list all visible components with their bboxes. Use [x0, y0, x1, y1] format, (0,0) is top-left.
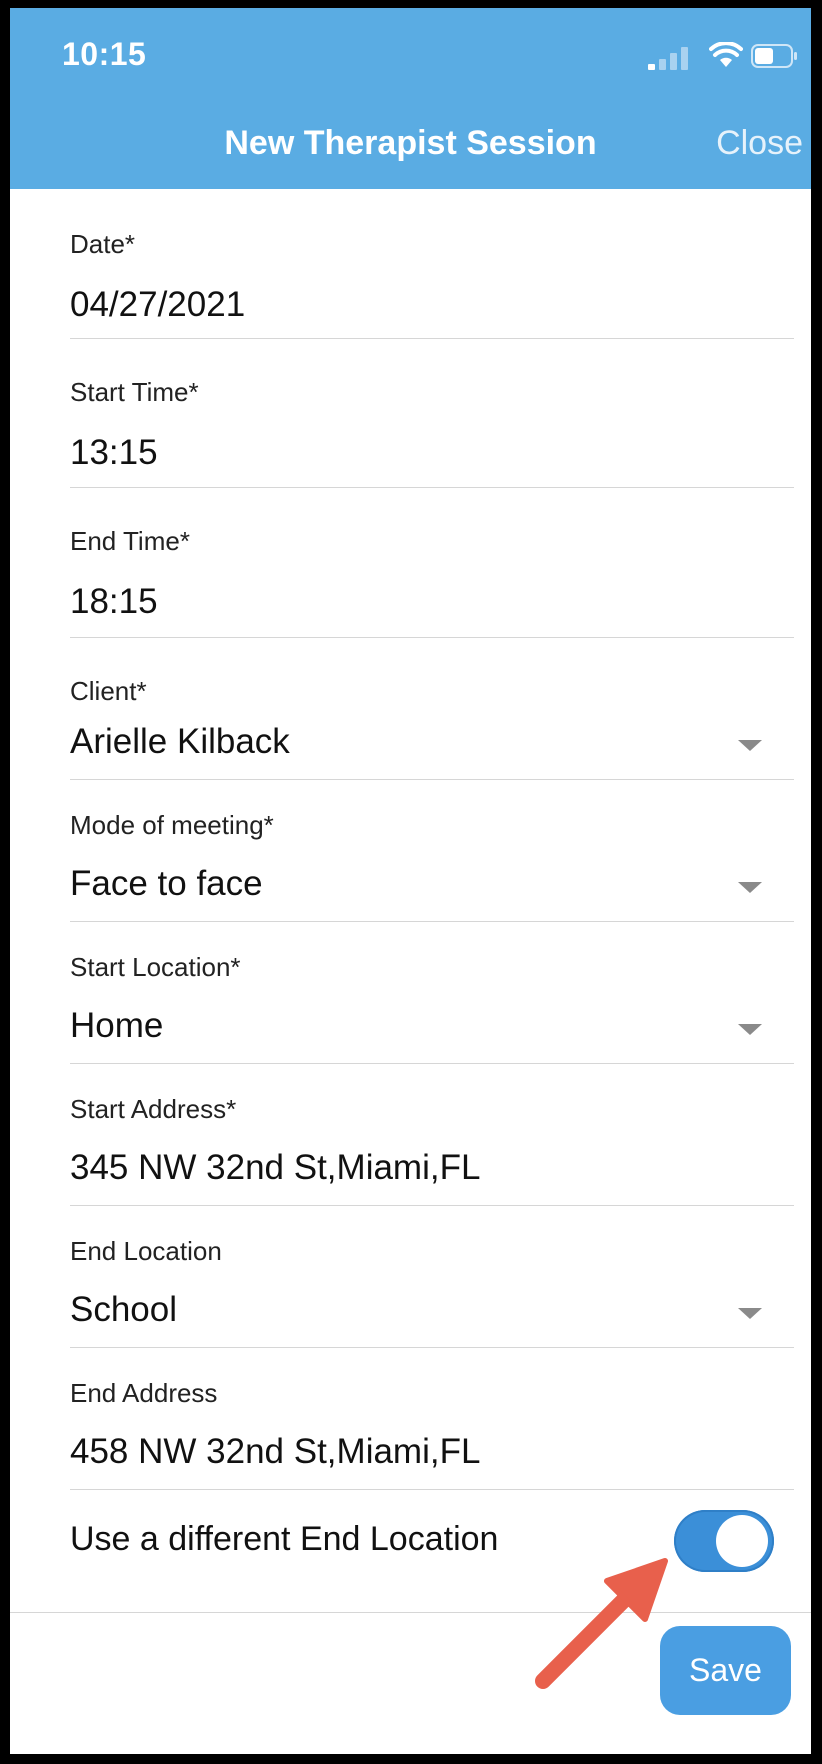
end-address-field[interactable]: End Address 458 NW 32nd St,Miami,FL [70, 1348, 794, 1490]
close-button[interactable]: Close [716, 124, 803, 163]
different-end-location-row: Use a different End Location [70, 1490, 794, 1614]
start-time-field[interactable]: Start Time* 13:15 [70, 339, 794, 488]
end-time-field[interactable]: End Time* 18:15 [70, 488, 794, 638]
app-header: 10:15 New Therapist Session Close [10, 8, 811, 189]
start-time-value[interactable]: 13:15 [70, 433, 158, 473]
end-location-dropdown[interactable]: End Location School [70, 1206, 794, 1348]
start-location-label: Start Location* [70, 952, 241, 982]
client-label: Client* [70, 676, 147, 706]
cellular-signal-icon [648, 47, 688, 70]
start-time-label: Start Time* [70, 377, 199, 407]
end-time-label: End Time* [70, 526, 190, 556]
arrow-annotation-icon [535, 1558, 668, 1689]
wifi-icon [709, 42, 743, 67]
chevron-down-icon[interactable] [738, 1308, 762, 1319]
end-location-value[interactable]: School [70, 1290, 177, 1330]
chevron-down-icon[interactable] [738, 740, 762, 751]
end-address-value[interactable]: 458 NW 32nd St,Miami,FL [70, 1432, 480, 1472]
different-end-location-toggle[interactable] [674, 1510, 774, 1572]
start-location-dropdown[interactable]: Start Location* Home [70, 922, 794, 1064]
client-value[interactable]: Arielle Kilback [70, 722, 290, 762]
footer-divider [10, 1612, 811, 1613]
start-address-field[interactable]: Start Address* 345 NW 32nd St,Miami,FL [70, 1064, 794, 1206]
start-location-value[interactable]: Home [70, 1006, 163, 1046]
date-value[interactable]: 04/27/2021 [70, 285, 245, 325]
start-address-value[interactable]: 345 NW 32nd St,Miami,FL [70, 1148, 480, 1188]
toggle-knob [716, 1515, 768, 1567]
end-time-value[interactable]: 18:15 [70, 582, 158, 622]
chevron-down-icon[interactable] [738, 882, 762, 893]
chevron-down-icon[interactable] [738, 1024, 762, 1035]
save-button[interactable]: Save [660, 1626, 791, 1715]
client-dropdown[interactable]: Client* Arielle Kilback [70, 638, 794, 780]
date-field[interactable]: Date* 04/27/2021 [70, 189, 794, 339]
different-end-location-label: Use a different End Location [70, 1520, 499, 1558]
mode-of-meeting-value[interactable]: Face to face [70, 864, 263, 904]
mode-of-meeting-dropdown[interactable]: Mode of meeting* Face to face [70, 780, 794, 922]
date-label: Date* [70, 229, 136, 259]
battery-icon [751, 44, 797, 68]
start-address-label: Start Address* [70, 1094, 237, 1124]
mode-of-meeting-label: Mode of meeting* [70, 810, 274, 840]
status-time: 10:15 [62, 36, 147, 72]
phone-screen: 10:15 New Therapist Session Close Date* … [10, 8, 811, 1754]
end-address-label: End Address [70, 1378, 218, 1408]
end-location-label: End Location [70, 1236, 222, 1266]
session-form: Date* 04/27/2021 Start Time* 13:15 End T… [70, 189, 794, 1614]
page-title: New Therapist Session [224, 124, 597, 162]
